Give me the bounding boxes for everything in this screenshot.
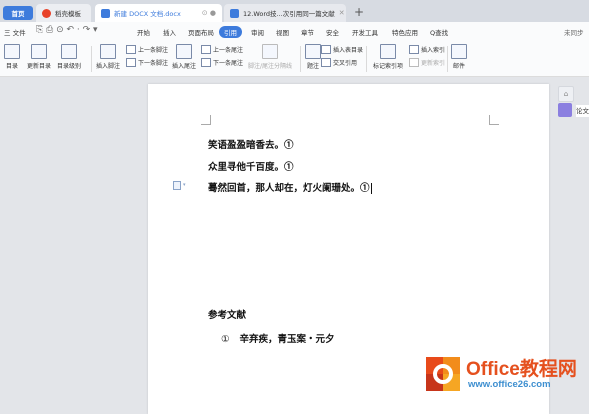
insert-toc-table-button[interactable]: 插入表目录	[321, 45, 363, 54]
update-index-button[interactable]: 更新索引	[409, 58, 445, 67]
reference-text: 辛弃疾，青玉案・元夕	[239, 334, 335, 345]
toolbar-quick-icons[interactable]: ⎘ ⎙ ⊙ ↶ · ↷ ▾	[36, 25, 98, 35]
update-toc-icon	[31, 44, 47, 59]
watermark: Office教程网 www.office26.com	[426, 352, 589, 405]
tab-document-label: 新建 DOCX 文档.docx	[114, 10, 181, 18]
toc-level-button[interactable]: 目录级别	[57, 44, 81, 70]
tab-templates-label: 稻壳模板	[55, 10, 81, 18]
next-footnote-icon	[126, 58, 136, 67]
collapse-panel-icon[interactable]: ⌂	[558, 86, 574, 102]
caption-icon	[305, 44, 321, 59]
office-logo-icon	[426, 357, 460, 391]
cross-reference-button[interactable]: 交叉引用	[321, 58, 357, 67]
menu-layout[interactable]: 页面布局	[188, 27, 214, 37]
menu-security[interactable]: 安全	[326, 27, 339, 37]
mail-button[interactable]: 邮件	[451, 44, 467, 70]
menu-file[interactable]: 三 文件	[4, 27, 26, 37]
insert-index-button[interactable]: 插入索引	[409, 45, 445, 54]
tab-bar: 首页 稻壳模板 新建 DOCX 文档.docx ⊙ ● 12.Word技...次…	[0, 0, 589, 22]
mail-icon	[451, 44, 467, 59]
prev-endnote-button[interactable]: 上一条尾注	[201, 45, 243, 54]
tab-templates[interactable]: 稻壳模板	[36, 4, 91, 22]
menu-view[interactable]: 视图	[276, 27, 289, 37]
close-tab-icon[interactable]: ⊙ ●	[198, 9, 216, 17]
margin-corner	[201, 115, 211, 125]
menu-start[interactable]: 开始	[137, 27, 150, 37]
toc-icon	[4, 44, 20, 59]
doc-line-2[interactable]: 众里寻他千百度。①	[208, 159, 294, 173]
mark-index-button[interactable]: 标记索引项	[373, 44, 403, 70]
prev-footnote-icon	[126, 45, 136, 54]
daoke-icon	[42, 8, 51, 18]
next-footnote-button[interactable]: 下一条脚注	[126, 58, 168, 67]
table-toc-icon	[321, 45, 331, 54]
insert-footnote-button[interactable]: 插入脚注	[96, 44, 120, 70]
references-heading[interactable]: 参考文献	[208, 307, 246, 321]
tab-document-active[interactable]: 新建 DOCX 文档.docx ⊙ ●	[95, 4, 222, 22]
text-cursor	[370, 183, 372, 194]
watermark-url: www.office26.com	[468, 379, 551, 390]
insert-index-icon	[409, 45, 419, 54]
paragraph-handle-icon[interactable]	[173, 181, 181, 190]
menu-chapter[interactable]: 章节	[301, 27, 314, 37]
ribbon-references: 目录 更新目录 目录级别 插入脚注 上一条脚注 下一条脚注 插入尾注 上一条尾注…	[0, 42, 589, 77]
toc-level-icon	[61, 44, 77, 59]
new-tab-button[interactable]: +	[354, 5, 364, 19]
paper-icon[interactable]	[558, 103, 572, 117]
chevron-down-icon[interactable]: ▾	[183, 182, 186, 188]
tab-document-2-label: 12.Word技...次引用同一篇文献	[243, 10, 335, 18]
update-toc-button[interactable]: 更新目录	[27, 44, 51, 70]
menu-review[interactable]: 审阅	[251, 27, 264, 37]
doc-line-1[interactable]: 笑语盈盈暗香去。①	[208, 137, 294, 151]
tab-document-2[interactable]: 12.Word技...次引用同一篇文献 ✕	[224, 4, 346, 22]
paper-label[interactable]: 论文	[576, 105, 589, 117]
footnote-icon	[100, 44, 116, 59]
ribbon-divider	[91, 46, 92, 72]
insert-endnote-button[interactable]: 插入尾注	[172, 44, 196, 70]
word-doc-icon	[101, 8, 110, 18]
menu-insert[interactable]: 插入	[163, 27, 176, 37]
menu-features[interactable]: 特色应用	[392, 27, 418, 37]
margin-corner	[489, 115, 499, 125]
ribbon-divider	[447, 46, 448, 72]
watermark-brand: Office教程网	[466, 359, 577, 380]
doc-line-3[interactable]: 蓦然回首，那人却在，灯火阑珊处。①	[208, 180, 372, 194]
search-button[interactable]: Q查找	[430, 27, 448, 37]
toc-button[interactable]: 目录	[4, 44, 20, 70]
menu-references[interactable]: 引用	[219, 26, 242, 38]
menu-devtools[interactable]: 开发工具	[352, 27, 378, 37]
caption-button[interactable]: 题注	[305, 44, 321, 70]
next-endnote-button[interactable]: 下一条尾注	[201, 58, 243, 67]
ribbon-divider	[300, 46, 301, 72]
sync-status[interactable]: 未同步	[564, 27, 584, 37]
endnote-icon	[176, 44, 192, 59]
next-endnote-icon	[201, 58, 211, 67]
prev-endnote-icon	[201, 45, 211, 54]
separator-icon	[262, 44, 279, 59]
close-tab-icon[interactable]: ✕	[335, 9, 345, 17]
cross-ref-icon	[321, 58, 331, 67]
menu-bar: 三 文件 ⎘ ⎙ ⊙ ↶ · ↷ ▾ 开始 插入 页面布局 引用 审阅 视图 章…	[0, 22, 589, 43]
mark-index-icon	[380, 44, 396, 59]
reference-number: ①	[221, 334, 230, 345]
update-index-icon	[409, 58, 419, 67]
tab-home[interactable]: 首页	[3, 6, 33, 20]
prev-footnote-button[interactable]: 上一条脚注	[126, 45, 168, 54]
word-doc-icon	[230, 8, 239, 18]
ribbon-divider	[366, 46, 367, 72]
footnote-separator-button[interactable]: 脚注/尾注分隔线	[248, 44, 292, 70]
reference-entry[interactable]: ① 辛弃疾，青玉案・元夕	[221, 331, 335, 345]
